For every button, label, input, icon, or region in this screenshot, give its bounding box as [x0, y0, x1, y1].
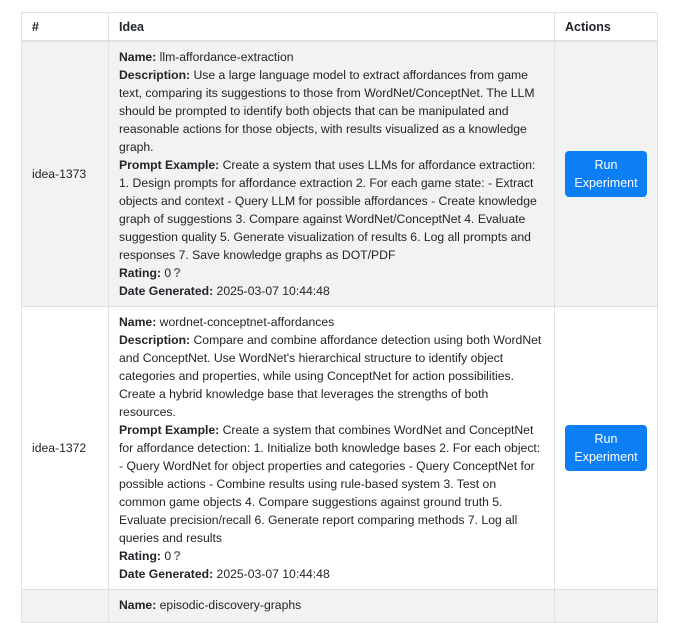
idea-name-line: Name: llm-affordance-extraction	[119, 48, 544, 66]
idea-id	[21, 589, 109, 623]
idea-prompt: Create a system that uses LLMs for affor…	[119, 158, 537, 262]
idea-date: 2025-03-07 10:44:48	[216, 567, 330, 581]
table-row: idea-1373 Name: llm-affordance-extractio…	[21, 40, 658, 307]
date-label: Date Generated:	[119, 567, 214, 581]
header-id: #	[21, 12, 109, 42]
idea-details: Name: wordnet-conceptnet-affordances Des…	[108, 306, 555, 590]
actions-cell: Run Experiment	[554, 306, 658, 590]
date-label: Date Generated:	[119, 284, 214, 298]
idea-details: Name: episodic-discovery-graphs	[108, 589, 555, 623]
idea-prompt-line: Prompt Example: Create a system that use…	[119, 156, 544, 264]
question-mark-icon[interactable]: ?	[173, 547, 181, 565]
idea-rating-line: Rating: 0?	[119, 264, 544, 282]
idea-description-line: Description: Use a large language model …	[119, 66, 544, 156]
name-label: Name:	[119, 598, 157, 612]
prompt-label: Prompt Example:	[119, 423, 220, 437]
table-header-row: # Idea Actions	[21, 12, 658, 42]
idea-name: wordnet-conceptnet-affordances	[159, 315, 335, 329]
idea-date: 2025-03-07 10:44:48	[216, 284, 330, 298]
idea-details: Name: llm-affordance-extraction Descript…	[108, 40, 555, 307]
idea-rating: 0	[164, 549, 172, 563]
run-label: Run	[594, 432, 618, 446]
idea-id: idea-1372	[21, 306, 109, 590]
ideas-table: # Idea Actions idea-1373 Name: llm-affor…	[21, 12, 658, 623]
experiment-label: Experiment	[574, 450, 638, 464]
rating-label: Rating:	[119, 266, 161, 280]
question-mark-icon[interactable]: ?	[173, 264, 181, 282]
ideas-table-container: # Idea Actions idea-1373 Name: llm-affor…	[21, 12, 658, 623]
header-idea: Idea	[108, 12, 555, 42]
rating-label: Rating:	[119, 549, 161, 563]
idea-name-line: Name: wordnet-conceptnet-affordances	[119, 313, 544, 331]
run-experiment-button[interactable]: Run Experiment	[565, 151, 647, 197]
idea-name-line: Name: episodic-discovery-graphs	[119, 596, 544, 614]
actions-cell	[554, 589, 658, 623]
experiment-label: Experiment	[574, 176, 638, 190]
idea-prompt-line: Prompt Example: Create a system that com…	[119, 421, 544, 547]
header-actions: Actions	[554, 12, 658, 42]
idea-rating-line: Rating: 0?	[119, 547, 544, 565]
name-label: Name:	[119, 315, 157, 329]
run-experiment-button[interactable]: Run Experiment	[565, 425, 647, 471]
table-row: Name: episodic-discovery-graphs	[21, 589, 658, 623]
actions-cell: Run Experiment	[554, 40, 658, 307]
description-label: Description:	[119, 68, 191, 82]
idea-name: episodic-discovery-graphs	[159, 598, 302, 612]
idea-id: idea-1373	[21, 40, 109, 307]
idea-rating: 0	[164, 266, 172, 280]
idea-date-line: Date Generated: 2025-03-07 10:44:48	[119, 282, 544, 300]
prompt-label: Prompt Example:	[119, 158, 220, 172]
idea-name: llm-affordance-extraction	[159, 50, 294, 64]
run-label: Run	[594, 158, 618, 172]
idea-date-line: Date Generated: 2025-03-07 10:44:48	[119, 565, 544, 583]
table-row: idea-1372 Name: wordnet-conceptnet-affor…	[21, 306, 658, 590]
name-label: Name:	[119, 50, 157, 64]
description-label: Description:	[119, 333, 191, 347]
idea-description-line: Description: Compare and combine afforda…	[119, 331, 544, 421]
idea-prompt: Create a system that combines WordNet an…	[119, 423, 541, 545]
